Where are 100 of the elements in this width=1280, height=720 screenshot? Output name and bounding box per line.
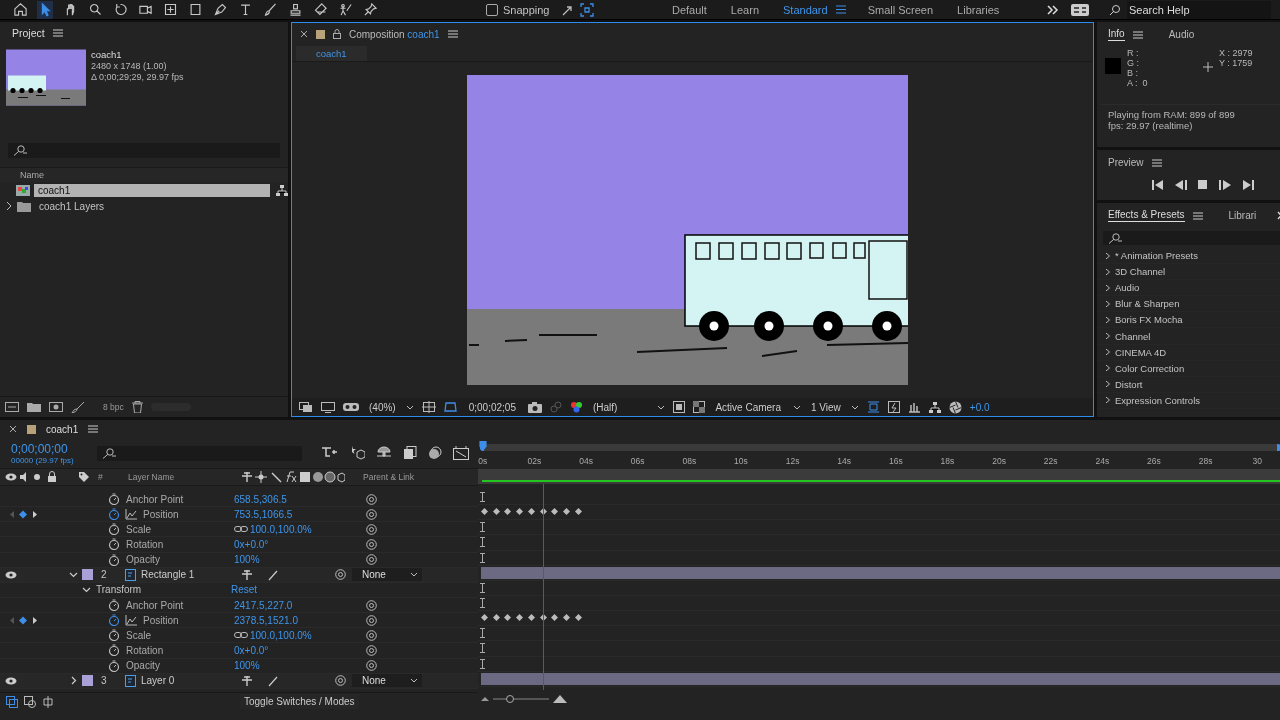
tag-icon[interactable] [78,471,90,483]
frame-blending-icon[interactable] [403,446,417,460]
time-ruler[interactable]: 0s 02s 04s 06s 08s 10s 12s 14s 16s 18s 20s 22s 24s 26s 28s 30 [478,438,1280,469]
workspace-tab[interactable]: Standard [783,3,836,16]
link-icon[interactable] [234,631,248,640]
pick-whip-icon[interactable] [366,493,377,505]
property-value[interactable]: 100% [234,660,361,672]
layer-search-field[interactable] [97,445,302,461]
chevron-right-icon[interactable] [69,676,78,686]
fast-preview-icon[interactable] [887,401,900,413]
effects-search-field[interactable] [1103,231,1280,245]
stopwatch-icon[interactable] [108,493,120,506]
item-name[interactable]: coach1 [91,49,184,60]
stopwatch-icon[interactable] [108,644,120,657]
zoom-in-icon[interactable] [553,694,567,703]
pick-whip-icon[interactable] [335,569,346,581]
mask-visibility-icon[interactable] [443,401,457,413]
timeline-tab[interactable]: coach1 [46,423,79,435]
pick-whip-icon[interactable] [366,644,377,656]
pick-whip-icon[interactable] [366,554,377,566]
layer-name[interactable]: Layer 0 [141,675,241,687]
first-frame-icon[interactable] [1151,180,1164,190]
graph-editor-icon[interactable] [453,446,469,460]
in-out-icon[interactable] [42,695,54,708]
lock-icon[interactable] [333,29,341,39]
view-layout-dropdown[interactable]: 1 View [809,401,859,413]
goggles-icon[interactable] [343,402,359,412]
pick-whip-icon[interactable] [366,523,377,535]
stopwatch-icon[interactable] [108,508,120,521]
current-time-indicator[interactable] [478,441,488,451]
camera-icon[interactable] [527,401,542,413]
composition-breadcrumb[interactable]: coach1 [296,45,367,61]
timeline-icon[interactable] [907,401,921,413]
menu-icon[interactable] [447,30,458,38]
zoom-slider-handle[interactable] [505,694,514,703]
reset-link[interactable]: Reset [231,584,258,596]
workspace-tab[interactable]: Libraries [957,3,1024,16]
property-value[interactable]: 100% [234,554,361,566]
zoom-dropdown[interactable]: (40%) [367,401,414,413]
close-icon[interactable] [9,425,17,433]
layer-switches-toggle-icon[interactable] [24,695,36,708]
search-icon[interactable] [1109,3,1121,16]
pick-whip-icon[interactable] [366,660,377,672]
pick-whip-icon[interactable] [366,508,377,520]
draft-3d-icon[interactable] [349,446,365,460]
resolution-dropdown[interactable]: (Half) [590,401,666,413]
chevron-down-icon[interactable] [69,570,78,580]
work-area-bar[interactable] [478,469,1280,484]
pick-whip-icon[interactable] [366,599,377,611]
stopwatch-icon[interactable] [108,523,120,536]
property-value[interactable]: 0x+0.0° [234,539,361,550]
previous-frame-icon[interactable] [1174,180,1187,190]
property-value[interactable]: 2378.5,1521.0 [234,614,361,626]
stop-icon[interactable] [1197,180,1208,190]
motion-blur-icon[interactable] [428,446,442,460]
brush-icon[interactable] [71,401,85,413]
number-column-header[interactable]: # [98,472,128,482]
bit-depth-button[interactable]: 8 bpc [103,402,124,412]
exposure-icon[interactable] [948,400,962,414]
caret-down-icon[interactable] [793,404,801,410]
graph-icon[interactable] [125,508,137,520]
stopwatch-icon[interactable] [108,599,120,612]
chevron-right-icon[interactable] [5,201,13,211]
stopwatch-icon[interactable] [108,629,120,642]
effect-category[interactable]: Color Correction [1115,362,1185,374]
flowchart-icon[interactable] [276,184,288,196]
keyframe-navigator[interactable] [10,509,38,519]
menu-icon[interactable] [1192,211,1203,220]
effect-category[interactable]: Blur & Sharpen [1115,298,1180,310]
close-icon[interactable] [300,30,308,38]
region-of-interest-icon[interactable] [673,401,686,413]
search-icon[interactable] [1108,232,1122,244]
transparency-grid-icon[interactable] [693,401,706,413]
effect-category[interactable]: Expression Controls [1115,394,1200,406]
panel-tab[interactable]: Info [1108,28,1125,41]
chevron-down-icon[interactable] [82,585,91,595]
layer-name-header[interactable]: Layer Name [128,472,241,482]
chevrons-right-icon[interactable] [1047,4,1059,15]
flowchart-icon[interactable] [928,401,941,413]
color-channels-icon[interactable] [569,400,583,414]
composition-flowchart-icon[interactable] [322,446,338,458]
next-frame-icon[interactable] [1218,180,1231,190]
caret-down-icon[interactable] [657,404,666,410]
panel-settings-icon[interactable] [1071,3,1089,16]
menu-icon[interactable] [88,425,99,433]
effect-category[interactable]: 3D Channel [1115,266,1166,278]
layers-icon[interactable] [299,401,313,413]
search-icon[interactable] [13,145,27,156]
label-color-swatch[interactable] [82,675,93,687]
stopwatch-icon[interactable] [108,659,120,672]
layer-duration-bar[interactable] [481,672,1280,685]
layer-duration-bar[interactable] [481,566,1280,579]
pick-whip-icon[interactable] [335,675,346,687]
panel-tab[interactable]: Librari [1228,209,1257,222]
layer-switches-icons[interactable] [241,471,345,483]
folder-icon[interactable] [27,402,41,412]
property-value[interactable]: 753.5,1066.5 [234,508,361,520]
effect-category[interactable]: Audio [1115,282,1140,294]
composition-tab[interactable]: Composition coach1 [349,28,440,40]
panel-tab[interactable]: Effects & Presets [1108,209,1185,222]
